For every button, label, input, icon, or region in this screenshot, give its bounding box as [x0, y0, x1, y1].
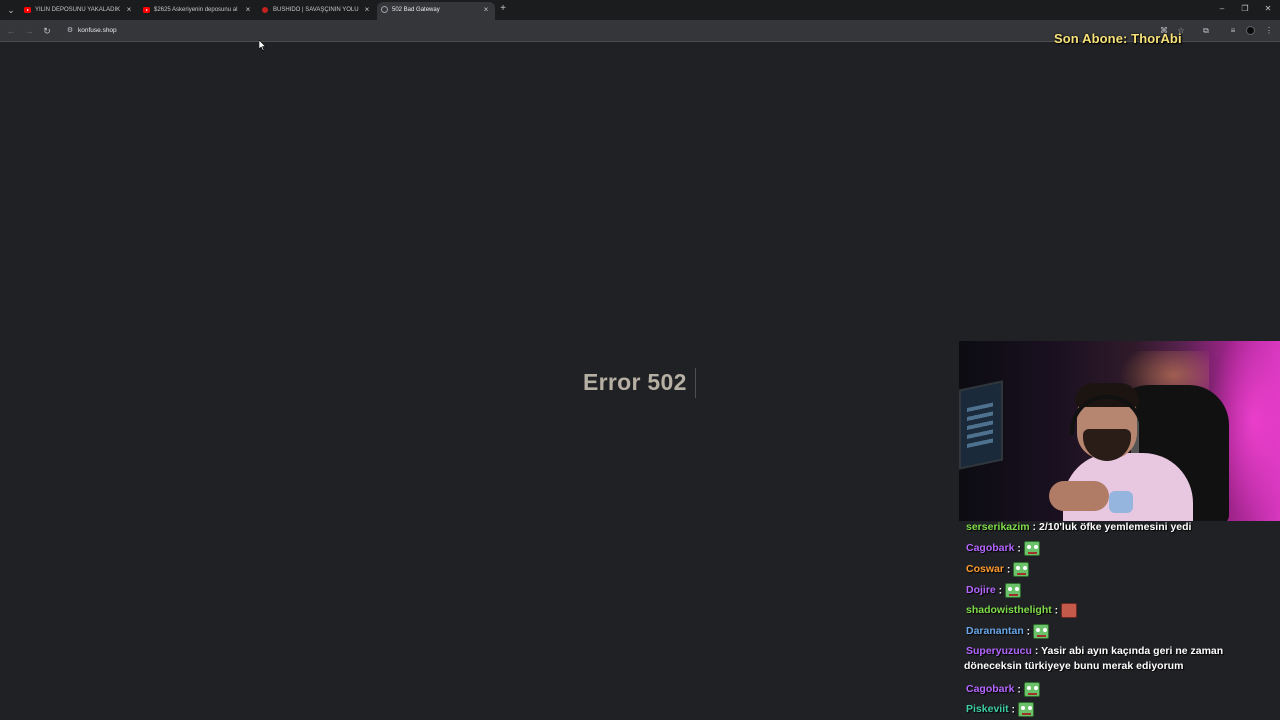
chat-message: Daranantan :: [962, 624, 1262, 639]
media-controls-icon[interactable]: ≡: [1226, 24, 1240, 38]
globe-icon: [381, 6, 388, 13]
address-url[interactable]: konfuse.shop: [78, 23, 117, 39]
chat-text: 2/10'luk öfke yemlemesini yedi: [1038, 521, 1192, 533]
chat-message: Cagobark :: [962, 682, 1262, 697]
text-caret: [695, 368, 696, 398]
tab-4-active[interactable]: 502 Bad Gateway ×: [377, 2, 495, 20]
extensions-icon[interactable]: ⧉: [1199, 24, 1213, 38]
latest-subscriber-banner: Son Abone: ThorAbi: [1054, 31, 1182, 46]
site-info-icon[interactable]: ⚙: [64, 25, 76, 37]
mouse-cursor-icon: [258, 38, 267, 56]
tab-title: BUSHIDO | SAVAŞÇININ YOLU |: [273, 7, 359, 13]
meat-emote-icon: [1061, 603, 1078, 618]
chat-message: Cagobark :: [962, 541, 1262, 556]
chat-username: Coswar: [966, 563, 1004, 576]
tab-close-icon[interactable]: ×: [243, 2, 253, 18]
chat-message: serserikazim : 2/10'luk öfke yemlemesini…: [962, 521, 1262, 533]
chat-username: Cagobark: [966, 542, 1015, 555]
pepe-emote-icon: [1033, 624, 1050, 639]
chat-text-continued: döneceksin türkiyeye bunu merak ediyorum: [964, 660, 1184, 672]
close-window-button[interactable]: ✕: [1258, 2, 1278, 16]
tab-close-icon[interactable]: ×: [362, 2, 372, 18]
chat-username: Piskeviit: [966, 703, 1009, 716]
minimize-button[interactable]: –: [1212, 2, 1232, 16]
tab-search-chevron-icon[interactable]: ⌄: [4, 3, 18, 17]
reload-icon[interactable]: ↻: [40, 24, 54, 38]
back-arrow-icon[interactable]: ←: [4, 24, 18, 38]
tab-title: YILIN DEPOSUNU YAKALADIK /: [35, 7, 121, 13]
pepe-emote-icon: [1023, 541, 1040, 556]
chat-message: Superyuzucu : Yasir abi ayın kaçında ger…: [962, 645, 1262, 672]
forward-arrow-icon[interactable]: →: [22, 24, 36, 38]
chat-message: shadowisthelight :: [962, 603, 1262, 618]
tab-3[interactable]: BUSHIDO | SAVAŞÇININ YOLU | ×: [258, 2, 376, 20]
chat-message: Dojire :: [962, 583, 1262, 598]
tab-close-icon[interactable]: ×: [124, 2, 134, 18]
profile-avatar[interactable]: [1246, 26, 1255, 35]
chat-username: Daranantan: [966, 625, 1024, 638]
screen: ⌄ YILIN DEPOSUNU YAKALADIK / × $2625 Ask…: [0, 0, 1280, 720]
restore-button[interactable]: ❐: [1235, 2, 1255, 16]
youtube-icon: [143, 7, 150, 13]
tab-strip: ⌄ YILIN DEPOSUNU YAKALADIK / × $2625 Ask…: [0, 0, 1280, 20]
streamer-webcam: [959, 341, 1280, 521]
red-circle-icon: [262, 7, 268, 13]
pepe-emote-icon: [1005, 583, 1022, 598]
tab-title: 502 Bad Gateway: [392, 7, 440, 13]
pepe-emote-icon: [1023, 682, 1040, 697]
pepe-emote-icon: [1013, 562, 1030, 577]
chat-username: Cagobark: [966, 683, 1015, 696]
new-tab-button[interactable]: +: [497, 2, 509, 16]
tab-title: $2625 Askeriyenin deposunu al: [154, 7, 238, 13]
chat-separator: :: [1029, 521, 1039, 533]
menu-kebab-icon[interactable]: ⋮: [1262, 24, 1276, 38]
background-monitor: [959, 380, 1003, 470]
tab-close-icon[interactable]: ×: [481, 2, 491, 18]
youtube-icon: [24, 7, 31, 13]
pepe-emote-icon: [1018, 702, 1035, 717]
chat-message: Piskeviit :: [962, 702, 1262, 717]
chat-username: shadowisthelight: [966, 604, 1052, 617]
chat-username: Dojire: [966, 584, 996, 597]
tab-1[interactable]: YILIN DEPOSUNU YAKALADIK / ×: [20, 2, 138, 20]
address-bar[interactable]: ⚙ konfuse.shop: [58, 23, 1198, 39]
chat-username: Superyuzucu: [966, 645, 1032, 657]
error-message: Error 502: [583, 369, 687, 395]
chat-username: serserikazim: [966, 521, 1030, 533]
tab-2[interactable]: $2625 Askeriyenin deposunu al ×: [139, 2, 257, 20]
chat-text: Yasir abi ayın kaçında geri ne zaman: [1041, 645, 1224, 657]
chat-message: Coswar :: [962, 562, 1262, 577]
